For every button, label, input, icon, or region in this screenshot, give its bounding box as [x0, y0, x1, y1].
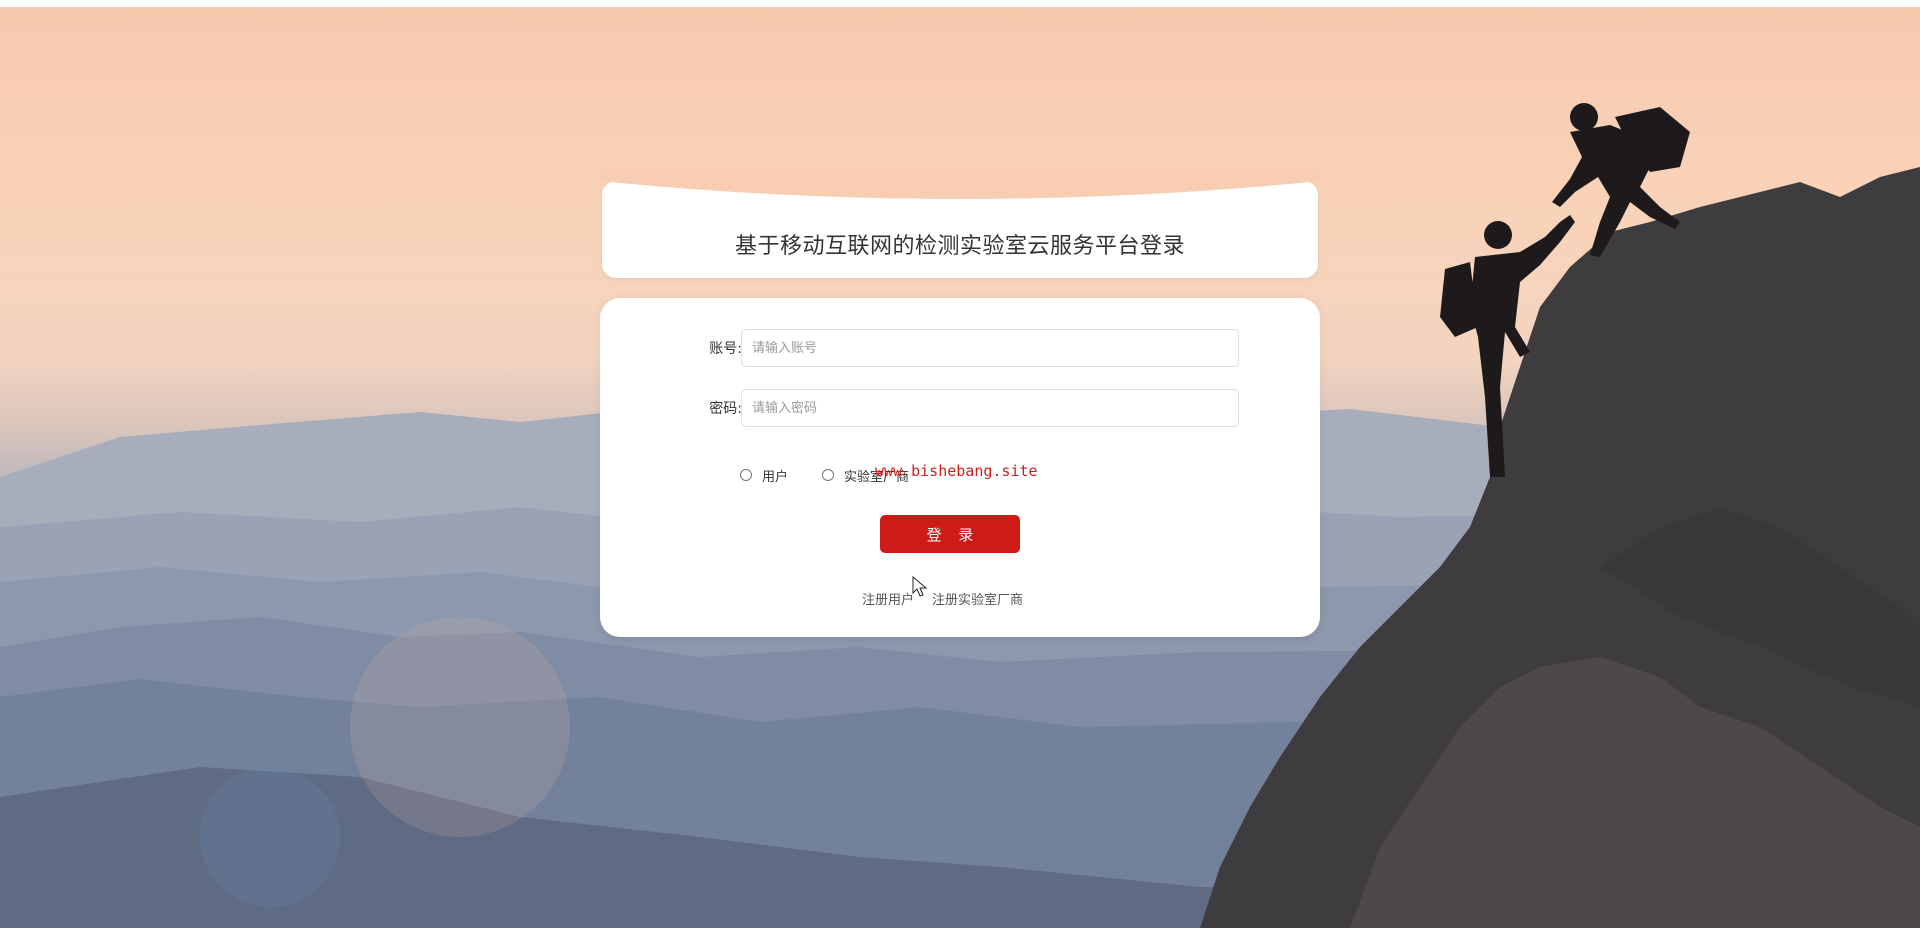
title-card: 基于移动互联网的检测实验室云服务平台登录: [600, 167, 1320, 278]
radio-button-user[interactable]: [740, 469, 752, 481]
radio-button-lab-vendor[interactable]: [822, 469, 834, 481]
login-page: 基于移动互联网的检测实验室云服务平台登录 账号: 密码: 用户 实验室厂商 ww…: [0, 0, 1920, 928]
page-title: 基于移动互联网的检测实验室云服务平台登录: [734, 234, 1185, 259]
top-strip: [0, 0, 1920, 7]
watermark-text: www.bishebang.site: [875, 462, 1038, 480]
title-card-wave-decoration: [600, 167, 1320, 199]
register-lab-vendor-link[interactable]: 注册实验室厂商: [932, 589, 1023, 608]
role-option-user[interactable]: 用户: [740, 465, 788, 485]
password-input[interactable]: [741, 389, 1239, 427]
register-links: 注册用户 注册实验室厂商: [862, 589, 1023, 608]
account-input[interactable]: [741, 329, 1239, 367]
account-label: 账号:: [709, 341, 742, 357]
password-label: 密码:: [709, 401, 742, 417]
login-form-card: 账号: 密码: 用户 实验室厂商 www.bishebang.site 登 录 …: [600, 298, 1320, 637]
login-button[interactable]: 登 录: [880, 515, 1020, 553]
mouse-pointer-icon: [912, 576, 928, 597]
role-label-user: 用户: [762, 469, 789, 485]
register-user-link[interactable]: 注册用户: [862, 589, 914, 608]
